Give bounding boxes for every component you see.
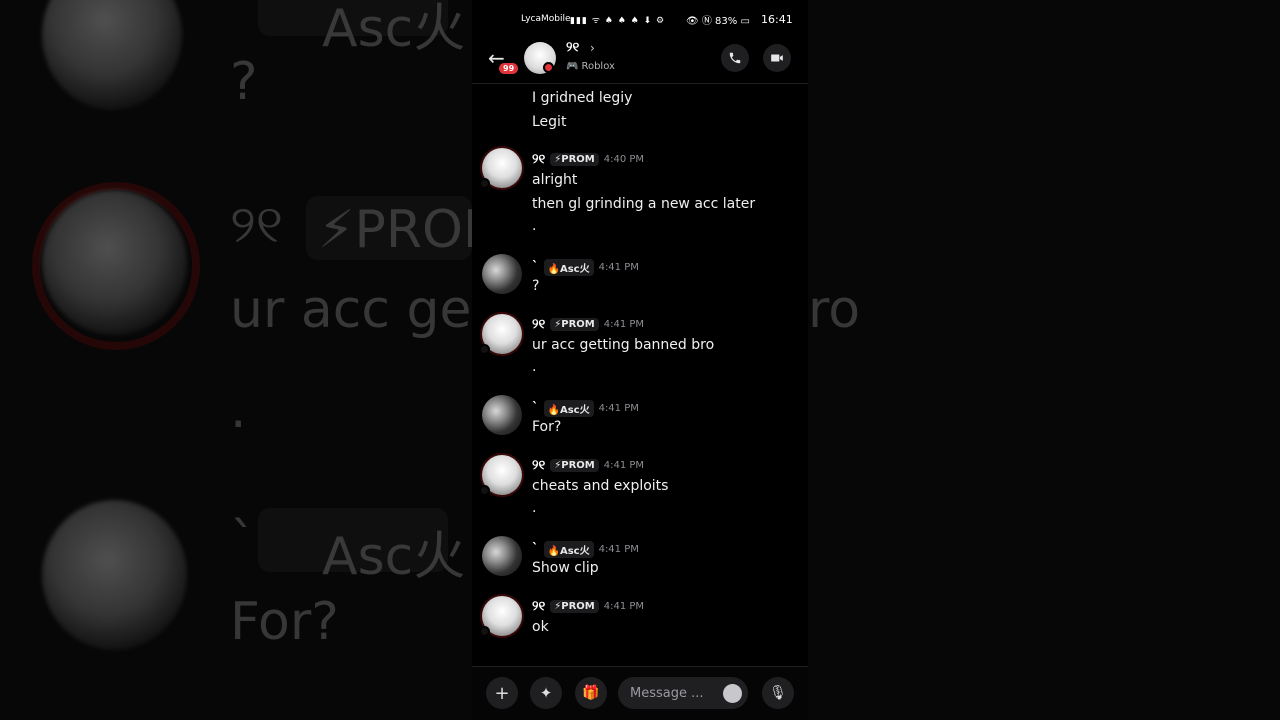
message-line: I gridned legiy [532, 90, 633, 106]
emoji-icon[interactable] [723, 684, 742, 703]
activity-status: 🎮 Roblox [566, 61, 615, 72]
plus-icon: + [494, 682, 510, 704]
video-icon [771, 54, 783, 62]
timestamp: 4:41 PM [603, 319, 645, 330]
guild-tag[interactable]: ⚡PROM [550, 318, 599, 331]
battery-status: 👁 Ⓝ 83% ▭ [686, 15, 750, 27]
status-bar: LycaMobile ▮▮▮ ᯤ ♠ ♠ ♠ ⬇ ⚙ 👁 Ⓝ 83% ▭ 16:… [472, 8, 808, 30]
dnd-status-icon [543, 62, 554, 73]
status-indicator-icon [479, 344, 490, 355]
gift-button[interactable]: 🎁 [575, 677, 607, 709]
guild-tag[interactable]: 🔥Asc火 [543, 259, 594, 276]
message-meta: ୨୧ ⚡PROM 4:41 PM [532, 317, 644, 332]
message-meta: ୨୧ ⚡PROM 4:41 PM [532, 458, 644, 473]
phone-screen: LycaMobile ▮▮▮ ᯤ ♠ ♠ ♠ ⬇ ⚙ 👁 Ⓝ 83% ▭ 16:… [472, 0, 808, 720]
username[interactable]: ` [532, 260, 539, 275]
message-line: . [532, 359, 537, 375]
carrier-label: LycaMobile [521, 14, 571, 24]
message-line: For? [532, 419, 562, 435]
username[interactable]: ` [532, 401, 539, 416]
message-line: then gl grinding a new acc later [532, 196, 756, 212]
message-line: ? [532, 278, 540, 294]
guild-tag[interactable]: 🔥Asc火 [543, 541, 594, 558]
status-icons: ▮▮▮ ᯤ ♠ ♠ ♠ ⬇ ⚙ [570, 15, 666, 26]
avatar[interactable] [482, 395, 522, 435]
phone-icon [729, 52, 741, 64]
add-attachment-button[interactable]: + [486, 677, 518, 709]
message-line: Show clip [532, 560, 599, 576]
timestamp: 4:41 PM [598, 262, 639, 273]
message-line: . [532, 500, 537, 516]
message-line: ok [532, 619, 549, 635]
timestamp: 4:41 PM [603, 601, 645, 612]
apps-icon: ✦ [539, 684, 553, 702]
message-line: Legit [532, 114, 567, 130]
message-line: alright [532, 172, 578, 188]
message-meta: ` 🔥Asc火 4:41 PM [532, 400, 639, 417]
timestamp: 4:41 PM [598, 403, 639, 414]
message-line: . [532, 218, 537, 234]
chevron-right-icon[interactable]: › [590, 41, 595, 55]
voice-message-button[interactable]: 🎙 [762, 677, 794, 709]
status-indicator-icon [479, 626, 490, 637]
message-meta: ` 🔥Asc火 4:41 PM [532, 541, 639, 558]
username[interactable]: ୨୧ [532, 599, 545, 614]
apps-button[interactable]: ✦ [530, 677, 562, 709]
status-indicator-icon [479, 178, 490, 189]
guild-tag[interactable]: 🔥Asc火 [543, 400, 594, 417]
status-indicator-icon [479, 485, 490, 496]
video-call-button[interactable] [763, 44, 791, 72]
clock: 16:41 [761, 12, 793, 26]
avatar[interactable] [482, 536, 522, 576]
username[interactable]: ୨୧ [532, 152, 545, 167]
username[interactable]: ୨୧ [532, 458, 545, 473]
activity-label: Roblox [581, 61, 615, 72]
guild-tag[interactable]: ⚡PROM [550, 600, 599, 613]
message-composer: + ✦ 🎁 🎙 [472, 666, 808, 720]
message-meta: ୨୧ ⚡PROM 4:41 PM [532, 599, 644, 614]
timestamp: 4:41 PM [598, 544, 639, 555]
message-line: cheats and exploits [532, 478, 669, 494]
timestamp: 4:41 PM [603, 460, 645, 471]
guild-tag[interactable]: ⚡PROM [550, 459, 599, 472]
username[interactable]: ୨୧ [532, 317, 545, 332]
microphone-icon: 🎙 [769, 685, 787, 701]
guild-tag[interactable]: ⚡PROM [550, 153, 599, 166]
avatar[interactable] [482, 254, 522, 294]
unread-badge: 99 [499, 63, 519, 74]
voice-call-button[interactable] [721, 44, 749, 72]
message-meta: ୨୧ ⚡PROM 4:40 PM [532, 152, 644, 167]
chat-header: ← 99 ୨୧ › 🎮 Roblox [472, 38, 808, 84]
message-line: ur acc getting banned bro [532, 337, 715, 353]
gamepad-icon: 🎮 [566, 61, 579, 72]
username[interactable]: ` [532, 542, 539, 557]
timestamp: 4:40 PM [603, 154, 645, 165]
gift-icon: 🎁 [582, 685, 600, 701]
channel-name[interactable]: ୨୧ [566, 40, 579, 55]
message-meta: ` 🔥Asc火 4:41 PM [532, 259, 639, 276]
